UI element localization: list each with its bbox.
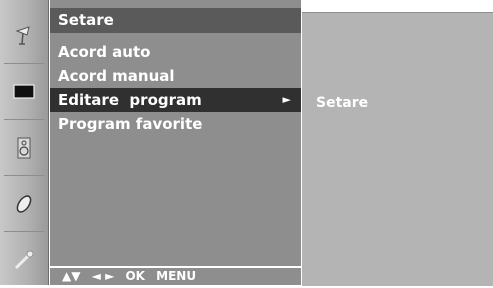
ok-hint: OK [125,269,145,283]
left-right-arrows-icon: ◄ ► [91,269,115,283]
screen-icon [13,83,35,99]
up-down-arrows-icon: ▲▼ [62,269,81,283]
submenu-arrow-icon: ► [282,93,291,106]
menu-item-manual-tuning[interactable]: Acord manual [50,64,301,88]
menu-item-label: Acord manual [58,67,175,85]
category-sound[interactable] [4,120,44,176]
submenu-item-setare[interactable]: Setare [316,94,368,112]
category-picture[interactable] [4,64,44,120]
category-setup[interactable] [4,8,44,64]
menu-item-favourite-programme[interactable]: Program favorite [50,112,301,136]
menu-title: Setare [50,8,301,33]
menu-item-label: Editare program [58,91,202,109]
clock-icon [16,194,32,213]
category-time[interactable] [4,176,44,232]
submenu-panel: Setare [302,12,493,286]
menu-item-program-edit[interactable]: Editare program ► [50,88,301,112]
menu-list: Acord auto Acord manual Editare program … [50,40,301,136]
satellite-dish-icon [15,25,30,45]
menu-item-auto-tuning[interactable]: Acord auto [50,40,301,64]
menu-item-label: Acord auto [58,43,151,61]
navigation-hint-bar: ▲▼ ◄ ► OK MENU [50,266,301,285]
category-lock[interactable] [4,232,44,288]
speaker-icon [17,137,31,158]
category-icon-strip [0,0,49,285]
setup-menu-panel: Setare Acord auto Acord manual Editare p… [50,0,301,285]
key-icon [14,250,34,270]
menu-item-label: Program favorite [58,115,203,133]
menu-hint: MENU [156,269,197,283]
